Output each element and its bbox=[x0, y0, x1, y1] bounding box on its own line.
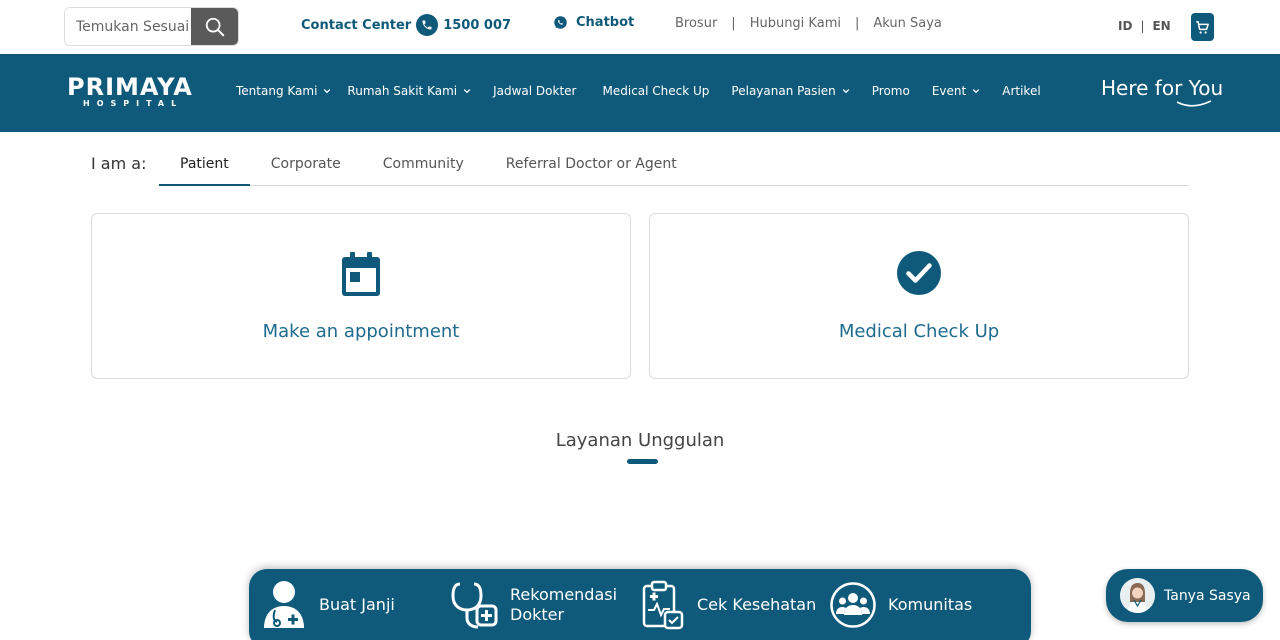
chevron-down-icon bbox=[972, 89, 980, 94]
nav-item-label: Medical Check Up bbox=[602, 84, 710, 98]
tab-community[interactable]: Community bbox=[362, 144, 485, 186]
quick-action-dock: Buat Janji Rekomendasi Dokter Cek Keseha… bbox=[249, 569, 1031, 640]
search-icon bbox=[205, 17, 224, 36]
dock-label-line: Buat Janji bbox=[319, 594, 395, 614]
search-input[interactable] bbox=[65, 8, 191, 45]
search-box bbox=[64, 7, 239, 46]
search-button[interactable] bbox=[191, 8, 238, 45]
nav-item-label: Rumah Sakit Kami bbox=[347, 84, 458, 98]
nav-item-label: Promo bbox=[871, 84, 910, 98]
tagline: Here for You bbox=[1101, 76, 1224, 100]
dock-rekomendasi-dokter[interactable]: Rekomendasi Dokter bbox=[450, 569, 617, 640]
card-title: Medical Check Up bbox=[838, 321, 1000, 342]
nav-item-label: Event bbox=[931, 84, 967, 98]
nav-item-label: Tentang Kami bbox=[236, 84, 318, 98]
main-navigation: PRIMAYA HOSPITAL Tentang Kami Rumah Saki… bbox=[0, 54, 1280, 132]
assistant-avatar-icon bbox=[1120, 578, 1155, 613]
nav-item-artikel[interactable]: Artikel bbox=[1002, 84, 1040, 98]
dock-buat-janji[interactable]: Buat Janji bbox=[261, 569, 395, 640]
role-selector: I am a: Patient Corporate Community Refe… bbox=[91, 144, 1189, 186]
tagline-swoosh bbox=[1176, 100, 1212, 107]
nav-item-event[interactable]: Event bbox=[932, 84, 980, 98]
card-title: Make an appointment bbox=[262, 321, 460, 342]
primaya-logo[interactable]: PRIMAYA HOSPITAL bbox=[67, 75, 193, 109]
nav-item-medical-check-up[interactable]: Medical Check Up bbox=[603, 84, 710, 98]
tanya-sasya-chat-button[interactable]: Tanya Sasya bbox=[1106, 569, 1263, 622]
separator: | bbox=[731, 16, 736, 31]
dock-cek-kesehatan[interactable]: Cek Kesehatan bbox=[641, 569, 816, 640]
dock-label: Komunitas bbox=[888, 595, 972, 615]
nav-item-promo[interactable]: Promo bbox=[872, 84, 910, 98]
separator: | bbox=[854, 16, 860, 31]
cart-button[interactable] bbox=[1191, 13, 1214, 41]
whatsapp-icon bbox=[554, 16, 567, 29]
contact-center[interactable]: Contact Center 1500 007 bbox=[301, 13, 511, 37]
tanya-sasya-label: Tanya Sasya bbox=[1164, 587, 1251, 604]
logo-brand: PRIMAYA bbox=[67, 73, 193, 101]
dock-label-line: Komunitas bbox=[888, 594, 973, 614]
chevron-down-icon bbox=[463, 89, 471, 94]
nav-item-jadwal-dokter[interactable]: Jadwal Dokter bbox=[493, 84, 576, 98]
phone-icon bbox=[416, 14, 439, 36]
top-links: Brosur | Hubungi Kami | Akun Saya bbox=[675, 16, 942, 31]
nav-item-pelayanan-pasien[interactable]: Pelayanan Pasien bbox=[731, 84, 850, 98]
nav-item-rumah-sakit-kami[interactable]: Rumah Sakit Kami bbox=[347, 84, 471, 98]
lang-en[interactable]: EN bbox=[1152, 19, 1170, 33]
nav-item-tentang-kami[interactable]: Tentang Kami bbox=[236, 84, 331, 98]
dock-label-line: Cek Kesehatan bbox=[697, 594, 817, 614]
contact-center-label: Contact Center bbox=[301, 17, 412, 33]
link-akun-saya[interactable]: Akun Saya bbox=[873, 16, 942, 31]
nav-item-label: Artikel bbox=[1002, 84, 1041, 98]
calendar-icon bbox=[342, 252, 380, 296]
dock-label-line: Dokter bbox=[510, 604, 565, 624]
tab-patient[interactable]: Patient bbox=[159, 144, 250, 186]
dock-label: Cek Kesehatan bbox=[697, 595, 816, 615]
make-appointment-card[interactable]: Make an appointment bbox=[91, 213, 631, 379]
link-hubungi-kami[interactable]: Hubungi Kami bbox=[750, 16, 841, 31]
stethoscope-icon bbox=[451, 582, 498, 628]
logo-sub: HOSPITAL bbox=[83, 99, 184, 108]
section-title: Layanan Unggulan bbox=[555, 430, 725, 451]
role-label: I am a: bbox=[91, 154, 147, 173]
link-brosur[interactable]: Brosur bbox=[675, 16, 717, 31]
doctor-icon bbox=[264, 580, 304, 628]
chevron-down-icon bbox=[842, 89, 850, 94]
tab-referral-doctor-or-agent[interactable]: Referral Doctor or Agent bbox=[485, 144, 698, 186]
tab-corporate[interactable]: Corporate bbox=[250, 144, 362, 186]
contact-center-number: 1500 007 bbox=[443, 17, 512, 33]
clipboard-health-icon bbox=[642, 580, 684, 629]
cart-icon bbox=[1196, 20, 1209, 34]
language-switcher: ID | EN bbox=[1118, 19, 1171, 33]
lang-id[interactable]: ID bbox=[1118, 19, 1132, 33]
top-utility-bar: Contact Center 1500 007 Chatbot Brosur |… bbox=[0, 0, 1280, 54]
dock-label-line: Rekomendasi bbox=[510, 584, 618, 604]
dock-label: Buat Janji bbox=[319, 595, 395, 615]
dock-komunitas[interactable]: Komunitas bbox=[830, 569, 972, 640]
section-title-underline bbox=[627, 459, 658, 464]
chatbot-link[interactable]: Chatbot bbox=[553, 15, 634, 30]
nav-item-label: Jadwal Dokter bbox=[493, 84, 577, 98]
nav-item-label: Pelayanan Pasien bbox=[731, 84, 836, 98]
medical-check-up-card[interactable]: Medical Check Up bbox=[649, 213, 1189, 379]
role-tabs: Patient Corporate Community Referral Doc… bbox=[159, 144, 1189, 186]
community-icon bbox=[830, 581, 876, 628]
dock-label: Rekomendasi Dokter bbox=[510, 585, 617, 625]
check-circle-icon bbox=[897, 251, 941, 295]
chevron-down-icon bbox=[324, 89, 331, 94]
avatar bbox=[1120, 578, 1155, 613]
nav-menu: Tentang Kami Rumah Sakit Kami Jadwal Dok… bbox=[236, 84, 1041, 98]
separator: | bbox=[1140, 19, 1145, 33]
chatbot-label: Chatbot bbox=[576, 15, 635, 30]
